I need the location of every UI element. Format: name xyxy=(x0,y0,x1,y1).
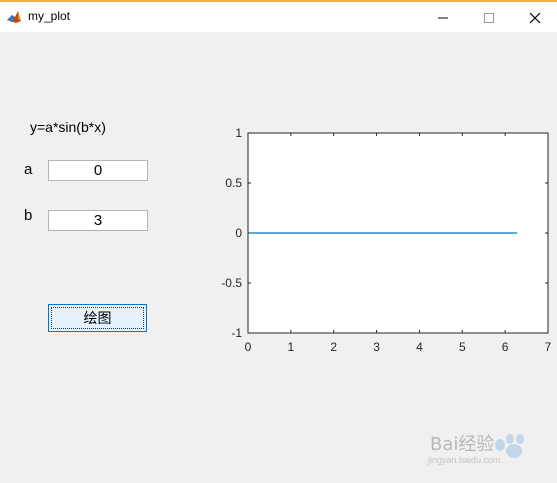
y-tick-label: 0 xyxy=(235,226,242,240)
x-tick-label: 2 xyxy=(330,340,337,354)
y-tick-label: -1 xyxy=(231,326,242,340)
x-tick-label: 3 xyxy=(373,340,380,354)
x-tick-label: 4 xyxy=(416,340,423,354)
plot-axes[interactable]: 0 1 2 3 4 5 6 7 -1 -0.5 0 0.5 1 xyxy=(0,0,557,483)
watermark-url: jingyan.baidu.com xyxy=(428,455,501,465)
x-tick-label: 5 xyxy=(459,340,466,354)
x-tick-label: 7 xyxy=(545,340,552,354)
x-tick-label: 6 xyxy=(502,340,509,354)
y-tick-label: 0.5 xyxy=(225,176,242,190)
watermark-brand: Bai经验 xyxy=(430,434,495,455)
x-tick-label: 0 xyxy=(245,340,252,354)
x-tick-label: 1 xyxy=(288,340,295,354)
y-tick-label: -0.5 xyxy=(221,276,242,290)
y-tick-label: 1 xyxy=(235,126,242,140)
